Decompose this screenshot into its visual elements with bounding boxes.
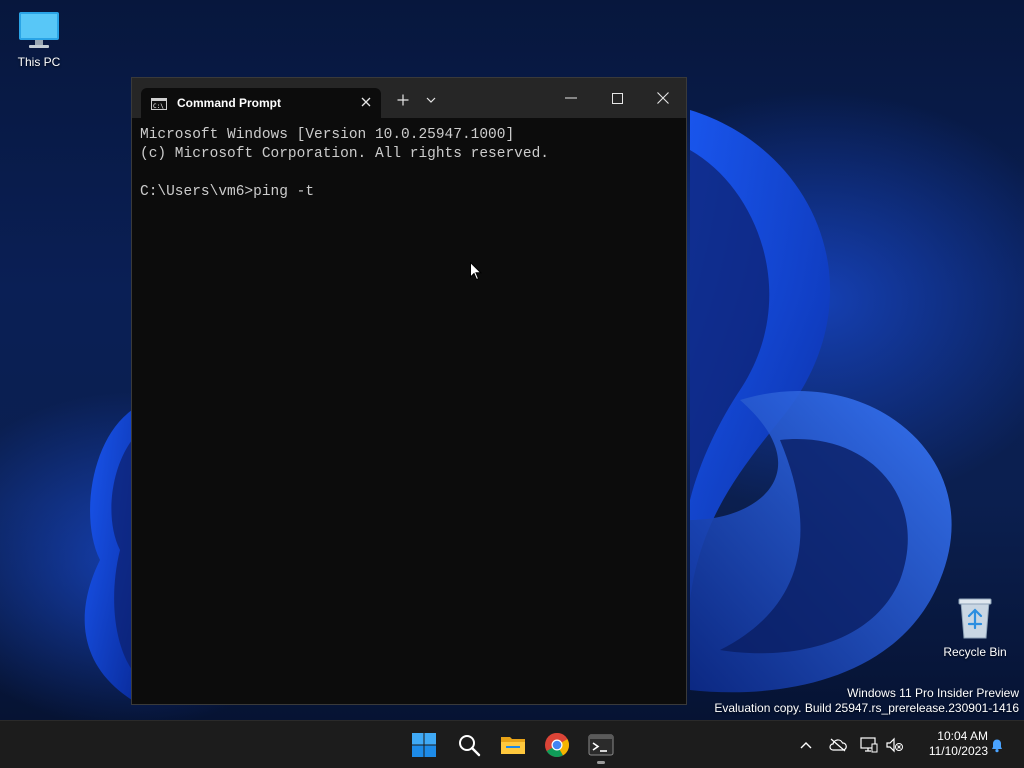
close-icon xyxy=(657,92,669,104)
search-icon xyxy=(459,735,481,757)
cloud-off-icon xyxy=(829,738,847,752)
recycle-bin-icon xyxy=(955,598,995,643)
desktop-icon-recycle-bin[interactable]: Recycle Bin xyxy=(935,596,1015,659)
chevron-up-icon xyxy=(800,742,812,749)
close-icon xyxy=(361,97,371,107)
bell-icon xyxy=(992,739,1002,753)
clock-time: 10:04 AM xyxy=(937,729,988,743)
new-tab-button[interactable] xyxy=(390,80,416,120)
tab-command-prompt[interactable]: C:\ Command Prompt xyxy=(141,88,381,118)
clock-date: 11/10/2023 xyxy=(928,744,988,758)
command-prompt-window[interactable]: C:\ Command Prompt Microsoft Windows [Ve… xyxy=(131,77,687,705)
watermark-line: Windows 11 Pro Insider Preview xyxy=(847,686,1019,700)
file-explorer-icon xyxy=(501,737,525,754)
close-window-button[interactable] xyxy=(640,78,686,118)
maximize-icon xyxy=(611,92,623,104)
tab-title: Command Prompt xyxy=(177,96,282,110)
chevron-down-icon xyxy=(426,97,436,103)
console-line: (c) Microsoft Corporation. All rights re… xyxy=(140,146,549,162)
chrome-button[interactable] xyxy=(543,731,571,759)
chrome-icon xyxy=(545,732,570,758)
terminal-icon xyxy=(588,734,614,756)
svg-text:C:\: C:\ xyxy=(153,103,164,110)
console-output[interactable]: Microsoft Windows [Version 10.0.25947.10… xyxy=(140,126,680,696)
network-tray-button[interactable] xyxy=(859,733,879,757)
running-indicator xyxy=(597,761,605,764)
network-icon xyxy=(860,737,878,753)
watermark-line: Evaluation copy. Build 25947.rs_prerelea… xyxy=(714,701,1019,715)
start-button[interactable] xyxy=(410,731,438,759)
start-icon xyxy=(412,733,436,757)
cmd-icon: C:\ xyxy=(151,97,167,110)
plus-icon xyxy=(397,94,409,106)
taskbar-clock[interactable]: 10:04 AM 11/10/2023 xyxy=(912,729,988,759)
terminal-button[interactable] xyxy=(587,731,615,759)
window-titlebar[interactable]: C:\ Command Prompt xyxy=(132,78,686,118)
desktop-icon-label: Recycle Bin xyxy=(943,645,1007,659)
minimize-icon xyxy=(565,97,577,99)
maximize-button[interactable] xyxy=(594,78,640,118)
computer-icon xyxy=(17,12,61,53)
file-explorer-button[interactable] xyxy=(499,731,527,759)
mouse-cursor-icon xyxy=(470,261,483,286)
evaluation-watermark: Windows 11 Pro Insider Preview Evaluatio… xyxy=(714,686,1019,716)
onedrive-tray-button[interactable] xyxy=(828,733,848,757)
show-hidden-icons-button[interactable] xyxy=(797,733,815,757)
desktop-icon-label: This PC xyxy=(17,55,61,69)
desktop-icon-this-pc[interactable]: This PC xyxy=(0,10,79,69)
volume-muted-icon xyxy=(886,737,903,753)
search-button[interactable] xyxy=(455,731,483,759)
taskbar: 10:04 AM 11/10/2023 xyxy=(0,720,1024,768)
tab-close-button[interactable] xyxy=(351,94,381,112)
minimize-button[interactable] xyxy=(548,78,594,118)
notifications-button[interactable] xyxy=(987,733,1007,757)
tab-dropdown-button[interactable] xyxy=(420,80,442,120)
volume-tray-button[interactable] xyxy=(885,733,905,757)
console-prompt-line[interactable]: C:\Users\vm6>ping -t xyxy=(140,183,680,202)
console-line: Microsoft Windows [Version 10.0.25947.10… xyxy=(140,127,515,143)
